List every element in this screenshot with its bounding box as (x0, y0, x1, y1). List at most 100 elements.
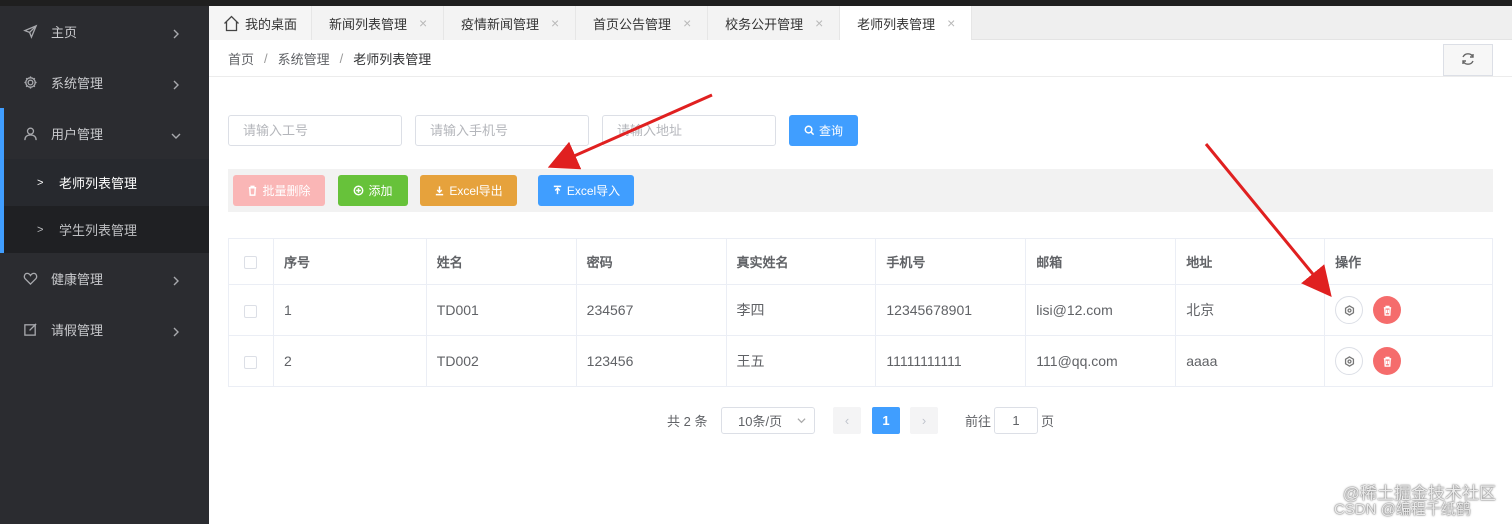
trash-icon (1382, 305, 1393, 316)
search-icon (804, 125, 815, 136)
column-header: 序号 (272, 238, 427, 285)
sidebar-subitem-label: 学生列表管理 (59, 223, 138, 238)
table-cell: aaaa (1175, 335, 1326, 387)
table-cell: lisi@12.com (1025, 284, 1177, 336)
column-header: 手机号 (875, 238, 1027, 285)
batch-delete-button[interactable]: 批量删除 (233, 175, 325, 206)
send-icon (22, 24, 38, 40)
sidebar-item-label: 请假管理 (51, 323, 104, 338)
sidebar-item-home[interactable]: 主页 (0, 6, 209, 57)
tab-news-list[interactable]: 新闻列表管理 × (312, 6, 445, 40)
download-icon (434, 185, 445, 196)
operations-cell (1324, 284, 1493, 336)
page-size-select[interactable]: 10条/页 (721, 407, 815, 434)
tab-school-affairs[interactable]: 校务公开管理 × (708, 6, 841, 40)
select-all-checkbox[interactable] (244, 256, 258, 270)
settings-icon (1344, 304, 1355, 316)
add-button-label: 添加 (368, 184, 393, 198)
page-suffix-label: 页 (1041, 414, 1055, 429)
trash-icon (1382, 356, 1393, 367)
sidebar-item-health[interactable]: 健康管理 (0, 253, 209, 304)
plus-circle-icon (353, 185, 364, 196)
table-cell: 11111111111 (875, 335, 1027, 387)
tab-desktop[interactable]: 我的桌面 (209, 6, 313, 40)
row-checkbox[interactable] (244, 355, 258, 369)
table-header-row: 序号 姓名 密码 真实姓名 手机号 邮箱 地址 操作 (228, 238, 1493, 285)
pagination: 共 2 条 10条/页 ‹ 1 › 前往 页 (0, 407, 1512, 434)
batch-delete-label: 批量删除 (262, 184, 311, 198)
phone-search-input[interactable] (415, 115, 589, 146)
action-toolbar (228, 169, 1493, 212)
table-cell: 1 (272, 284, 427, 336)
sidebar-item-users[interactable]: 用户管理 (0, 108, 209, 159)
user-icon (22, 126, 38, 142)
tab-teacher-list[interactable]: 老师列表管理 × (840, 6, 973, 40)
sidebar-item-label: 系统管理 (51, 76, 104, 91)
tab-label: 疫情新闻管理 (461, 16, 540, 32)
sidebar-item-label: 主页 (51, 25, 78, 40)
delete-button[interactable] (1373, 296, 1402, 324)
chevron-right-icon: > (37, 176, 44, 189)
breadcrumb-current: 老师列表管理 (353, 51, 432, 67)
table-cell: 2 (272, 335, 427, 387)
close-icon[interactable]: × (419, 15, 429, 31)
edit-button[interactable] (1335, 296, 1364, 324)
breadcrumb-home[interactable]: 首页 (228, 49, 254, 68)
delete-button[interactable] (1373, 347, 1402, 375)
tab-bar: 我的桌面 新闻列表管理 × 疫情新闻管理 × 首页公告管理 × 校务公开管理 ×… (209, 6, 1512, 40)
sidebar-item-student-list[interactable]: > 学生列表管理 (0, 206, 209, 253)
chevron-down-icon (797, 413, 806, 428)
sidebar-item-teacher-list[interactable]: > 老师列表管理 (0, 159, 209, 206)
chevron-right-icon: > (37, 223, 44, 236)
chevron-right-icon (171, 274, 181, 285)
tab-label: 校务公开管理 (725, 16, 804, 32)
sidebar-item-leave[interactable]: 请假管理 (0, 304, 209, 355)
excel-import-label: Excel导入 (566, 184, 621, 198)
teacher-id-search-input[interactable] (228, 115, 402, 146)
row-select-cell (228, 335, 274, 387)
address-search-input[interactable] (602, 115, 776, 146)
breadcrumb-separator: / (264, 50, 268, 66)
excel-import-button[interactable]: Excel导入 (538, 175, 634, 206)
sidebar-item-label: 用户管理 (51, 127, 104, 142)
sidebar-item-label: 健康管理 (51, 272, 104, 287)
table-cell: 123456 (575, 335, 727, 387)
chevron-right-icon: › (921, 413, 927, 428)
column-header: 邮箱 (1025, 238, 1177, 285)
row-select-cell (228, 284, 274, 336)
prev-page-button[interactable]: ‹ (833, 407, 861, 434)
settings-icon (1344, 355, 1355, 367)
table-cell: 北京 (1175, 284, 1326, 336)
close-icon[interactable]: × (815, 15, 825, 31)
sidebar-item-system[interactable]: 系统管理 (0, 57, 209, 108)
close-icon[interactable]: × (947, 15, 957, 31)
table-row: 1 TD001 234567 李四 12345678901 lisi@12.co… (228, 284, 1493, 336)
query-button[interactable]: 查询 (789, 115, 858, 146)
refresh-icon (1460, 51, 1476, 70)
excel-export-button[interactable]: Excel导出 (420, 175, 517, 206)
sidebar: 主页 系统管理 用户管理 > 老师列表管理 > 学生列表管理 健康管理 请假管理 (0, 6, 209, 524)
row-checkbox[interactable] (244, 304, 258, 318)
goto-page-input[interactable] (994, 407, 1038, 434)
chevron-down-icon (171, 129, 181, 139)
trash-icon (247, 185, 258, 196)
page-number[interactable]: 1 (872, 407, 900, 434)
column-header: 操作 (1324, 238, 1493, 285)
next-page-button[interactable]: › (910, 407, 938, 434)
table-cell: TD002 (425, 335, 577, 387)
edit-button[interactable] (1335, 347, 1364, 375)
column-header: 姓名 (425, 238, 577, 285)
table-cell: TD001 (425, 284, 577, 336)
refresh-button[interactable] (1443, 44, 1493, 76)
goto-label: 前往 (965, 414, 992, 429)
table-cell: 李四 (725, 284, 877, 336)
breadcrumb-separator: / (339, 50, 344, 66)
teacher-table: 序号 姓名 密码 真实姓名 手机号 邮箱 地址 操作 1 TD001 23456… (228, 238, 1493, 387)
chevron-right-icon (171, 27, 181, 38)
add-button[interactable]: 添加 (338, 175, 408, 206)
tab-home-notice[interactable]: 首页公告管理 × (576, 6, 709, 40)
breadcrumb-system[interactable]: 系统管理 (278, 49, 330, 68)
close-icon[interactable]: × (551, 15, 561, 31)
tab-epidemic-news[interactable]: 疫情新闻管理 × (444, 6, 577, 40)
close-icon[interactable]: × (683, 15, 693, 31)
